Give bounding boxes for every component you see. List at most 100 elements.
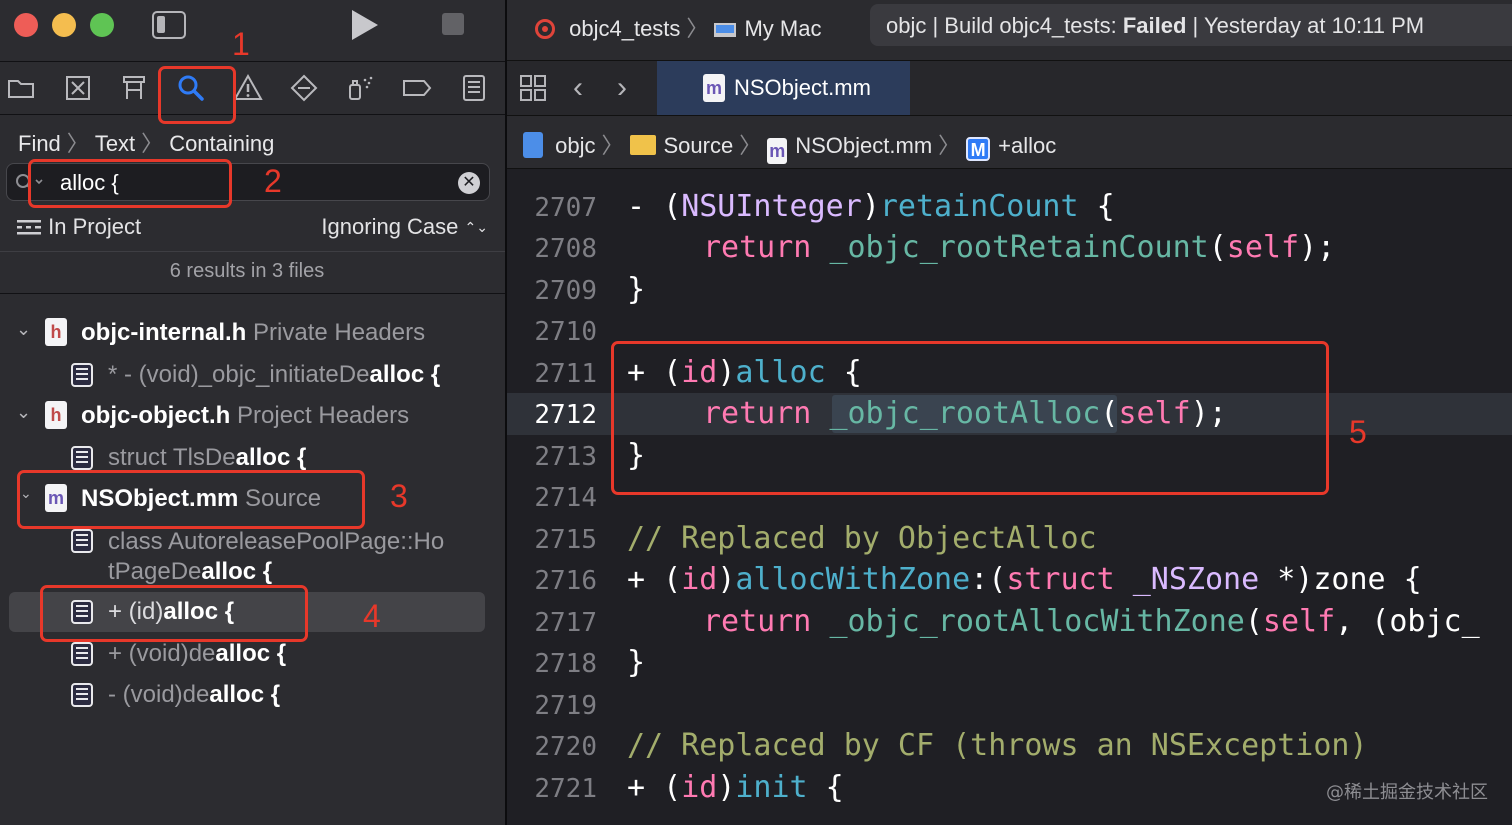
folder-icon	[629, 135, 656, 155]
line-number: 2713	[534, 442, 597, 472]
stop-button[interactable]	[442, 13, 464, 35]
annotation-number-5: 5	[1349, 414, 1367, 450]
case-mode-label: Ignoring Case	[321, 214, 459, 239]
run-button[interactable]	[352, 10, 378, 40]
results-summary: 6 results in 3 files	[169, 260, 325, 282]
result-prefix: - (void)de	[108, 681, 210, 708]
jump-item-project[interactable]: objc	[555, 133, 595, 158]
folder-icon[interactable]	[5, 72, 37, 104]
file-kind: Private Headers	[253, 319, 426, 346]
code-comment-line: // Replaced by ObjectAlloc	[627, 521, 1097, 556]
method-badge-icon: M	[966, 137, 991, 161]
find-crumb-find[interactable]: Find	[18, 131, 61, 156]
line-number: 2707	[534, 193, 597, 223]
window-toolbar: objc4_tests 〉 My Mac objc | Build objc4_te…	[507, 0, 1512, 61]
case-sensitivity-popup[interactable]: Ignoring Case ⌃⌄	[321, 214, 488, 240]
tab-nsobject-mm[interactable]: m NSObject.mm	[657, 61, 910, 115]
code-line: }	[627, 272, 646, 307]
code-line: return _objc_rootRetainCount(self);	[703, 230, 1336, 265]
activity-status-bar[interactable]: objc | Build objc4_tests: Failed | Yeste…	[870, 4, 1512, 46]
result-prefix: struct TlsDe	[108, 444, 236, 471]
annotation-number-2: 2	[264, 163, 282, 199]
line-number: 2711	[534, 359, 597, 389]
minimize-window-button[interactable]	[52, 13, 76, 37]
debug-spray-icon[interactable]	[345, 72, 377, 104]
code-line: + (id)allocWithZone:(struct _NSZone *)zo…	[627, 562, 1422, 597]
annotation-box-2	[28, 159, 232, 208]
warning-icon[interactable]	[232, 72, 264, 104]
test-diamond-icon[interactable]	[288, 72, 320, 104]
annotation-number-1: 1	[232, 26, 250, 62]
scheme-name: objc4_tests	[569, 16, 681, 41]
result-prefix: + (void)de	[108, 640, 216, 667]
result-row[interactable]: - (void)dealloc {	[0, 675, 505, 715]
build-status-time: | Yesterday at 10:11 PM	[1186, 13, 1425, 38]
navigator-panel: Find 〉 Text 〉 Containing alloc { ✕ In Projec…	[0, 0, 505, 825]
find-crumb-containing[interactable]: Containing	[169, 131, 274, 156]
scheme-selector[interactable]: objc4_tests 〉 My Mac	[535, 11, 821, 43]
find-crumb-text[interactable]: Text	[95, 131, 135, 156]
result-match: alloc {	[201, 558, 273, 585]
code-line: }	[627, 645, 646, 680]
objc-source-file-icon: m	[767, 138, 788, 164]
result-prefix: * - (void)_objc_initiateDe	[108, 361, 370, 388]
method-result-icon	[71, 642, 93, 666]
project-file-icon	[523, 132, 543, 158]
breakpoint-icon[interactable]	[401, 72, 433, 104]
editor-area: objc4_tests 〉 My Mac objc | Build objc4_te…	[507, 0, 1512, 825]
scope-label: In Project	[48, 214, 142, 239]
close-window-button[interactable]	[14, 13, 38, 37]
line-number: 2718	[534, 649, 597, 679]
result-match: alloc {	[215, 640, 287, 667]
annotation-box-1	[158, 66, 236, 124]
scheme-target-icon	[535, 19, 555, 39]
forward-chevron-icon[interactable]: ›	[617, 71, 627, 105]
scope-icon	[17, 220, 41, 235]
line-number: 2710	[534, 317, 597, 347]
jump-item-file[interactable]: NSObject.mm	[795, 133, 932, 158]
annotation-box-4	[40, 585, 308, 642]
disclosure-expanded-icon[interactable]: ⌄	[16, 319, 31, 340]
annotation-number-4: 4	[363, 598, 381, 634]
jump-item-method[interactable]: +alloc	[998, 133, 1056, 158]
result-match: alloc {	[235, 444, 307, 471]
current-line-number: 2712	[534, 400, 597, 430]
result-file-objc-object[interactable]: ⌄ h objc-object.h Project Headers	[0, 396, 505, 436]
result-row[interactable]: * - (void)_objc_initiateDealloc {	[0, 355, 505, 395]
code-comment-line: // Replaced by CF (throws an NSException…	[627, 728, 1368, 763]
back-chevron-icon[interactable]: ‹	[573, 71, 583, 105]
source-control-icon[interactable]	[62, 72, 94, 104]
result-row[interactable]: class AutoreleasePoolPage::HotPageDeallo…	[0, 521, 505, 591]
result-file-objc-internal[interactable]: ⌄ h objc-internal.h Private Headers	[0, 313, 505, 353]
source-editor[interactable]: 2707 2708 2709 2710 2711 2712 2713 2714 …	[507, 169, 1512, 825]
result-match: alloc {	[209, 681, 281, 708]
disclosure-expanded-icon[interactable]: ⌄	[16, 402, 31, 423]
related-items-grid-icon[interactable]	[520, 75, 546, 101]
annotation-number-3: 3	[390, 478, 408, 514]
line-number: 2714	[534, 483, 597, 513]
line-number: 2717	[534, 608, 597, 638]
toggle-navigator-icon[interactable]	[152, 11, 186, 39]
line-number: 2720	[534, 732, 597, 762]
jump-item-folder[interactable]: Source	[664, 133, 734, 158]
result-match: alloc {	[369, 361, 441, 388]
report-icon[interactable]	[458, 72, 490, 104]
method-result-icon	[71, 683, 93, 707]
zoom-window-button[interactable]	[90, 13, 114, 37]
file-name: objc-internal.h	[81, 319, 247, 346]
result-prefix: class AutoreleasePoolPage::Ho	[108, 528, 445, 555]
code-line: return _objc_rootAllocWithZone(self, (ob…	[703, 604, 1480, 639]
build-status-prefix: objc | Build objc4_tests:	[886, 13, 1123, 38]
find-mode-breadcrumb[interactable]: Find 〉 Text 〉 Containing	[18, 126, 274, 158]
destination-name: My Mac	[744, 16, 822, 41]
line-number: 2716	[534, 566, 597, 596]
line-number: 2719	[534, 691, 597, 721]
method-result-icon	[71, 363, 93, 387]
result-prefix-continued: tPageDe	[108, 558, 202, 585]
jump-bar: objc 〉 Source 〉 m NSObject.mm 〉 M +alloc	[507, 116, 1512, 169]
clear-search-icon[interactable]: ✕	[458, 172, 480, 194]
scope-selector[interactable]: In Project	[16, 214, 141, 240]
watermark: @稀土掘金技术社区	[1326, 782, 1488, 803]
code-line: + (id)init {	[627, 770, 844, 805]
symbol-hierarchy-icon[interactable]	[118, 72, 150, 104]
